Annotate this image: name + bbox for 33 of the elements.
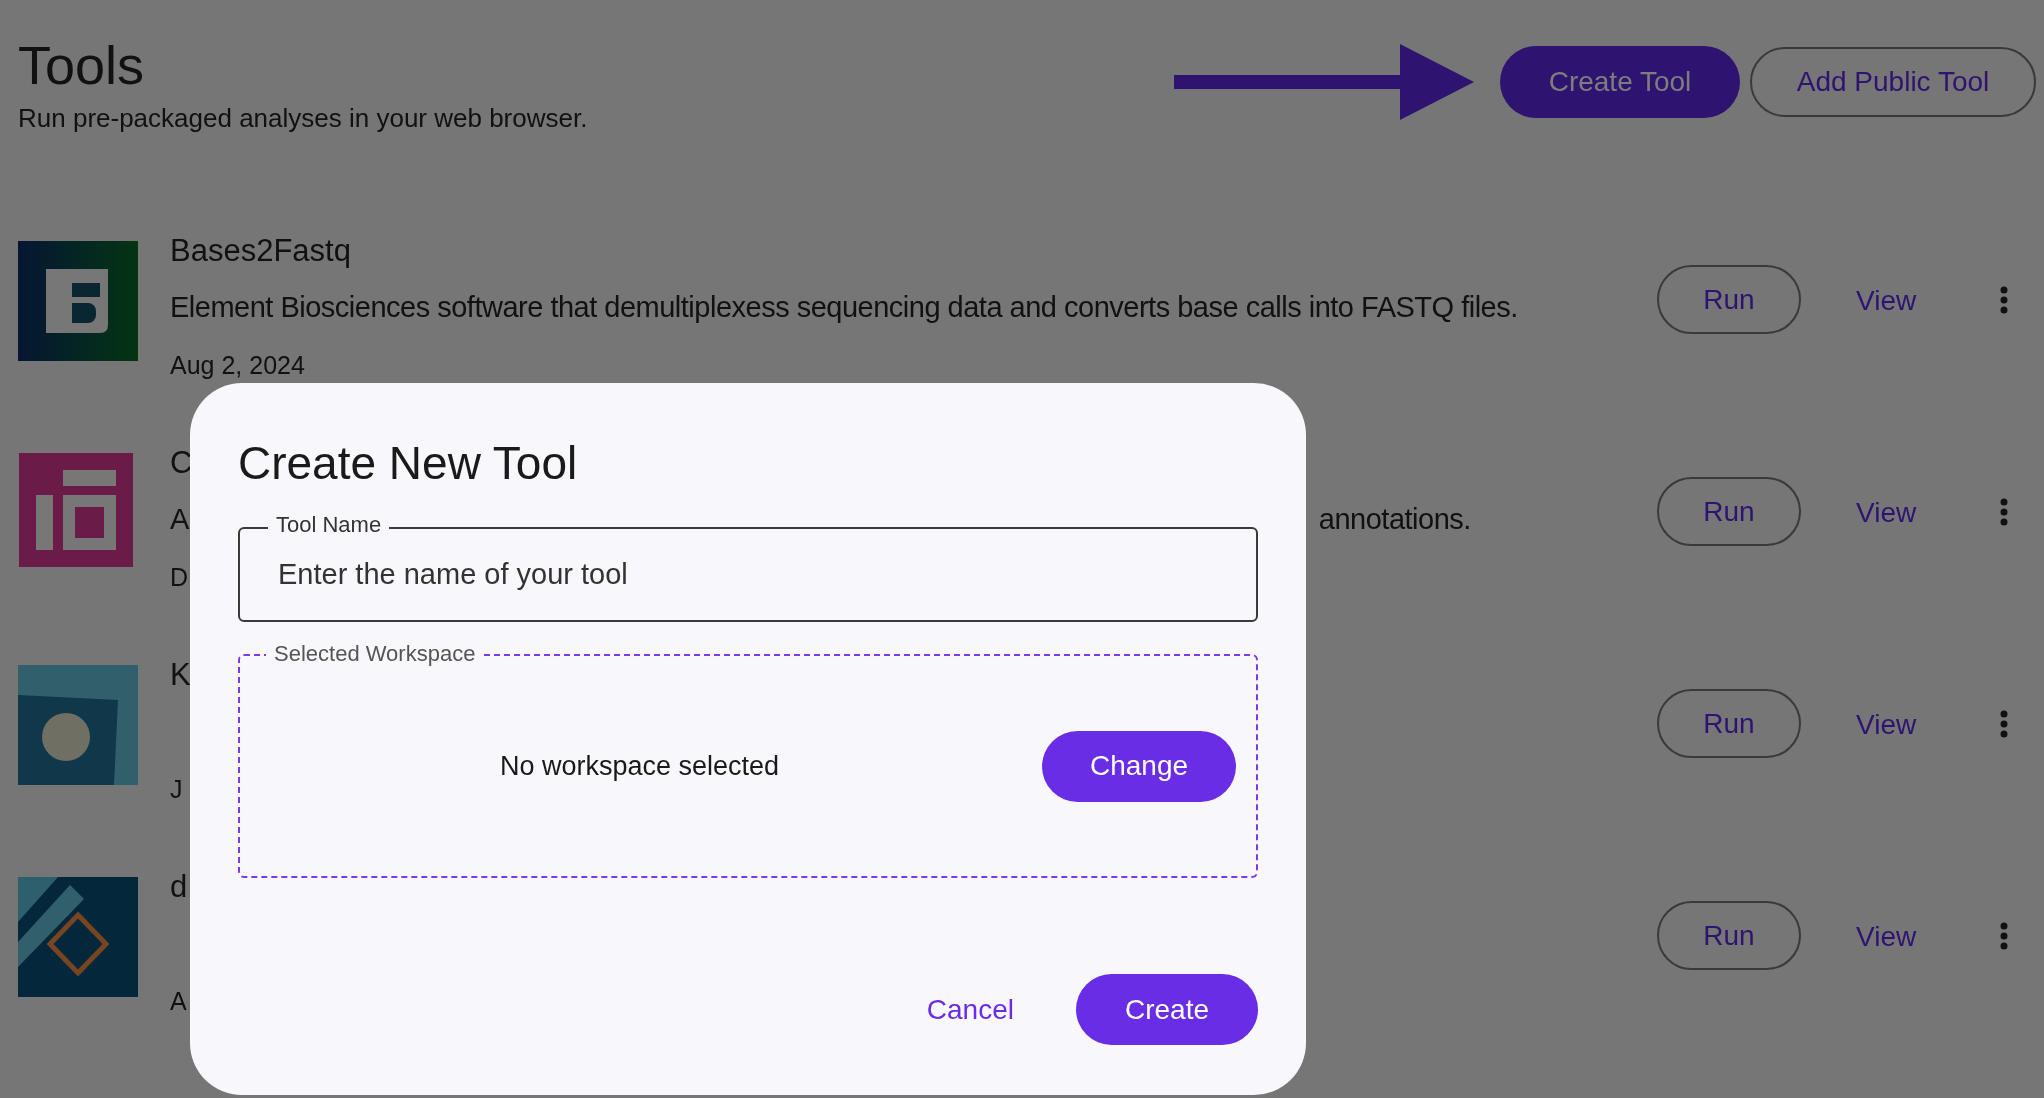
more-options-icon[interactable] [2000, 710, 2009, 738]
more-options-icon[interactable] [2000, 286, 2009, 314]
view-link[interactable]: View [1856, 704, 1917, 746]
dialog-title: Create New Tool [238, 436, 578, 491]
tool-description: A [170, 502, 189, 538]
tool-description: Element Biosciences software that demultiplexess sequencing data and converts base calls into FASTQ files. [170, 290, 1518, 326]
add-public-tool-button[interactable]: Add Public Tool [1750, 47, 2036, 117]
tool-date: J [170, 774, 183, 805]
page-subtitle: Run pre-packaged analyses in your web browser. [18, 102, 588, 135]
workspace-status: No workspace selected [500, 749, 780, 783]
tool-date: A [170, 986, 187, 1017]
more-options-icon[interactable] [2000, 498, 2009, 526]
run-button[interactable]: Run [1657, 901, 1801, 970]
tool-description: annotations. [1318, 502, 1471, 538]
create-button[interactable]: Create [1076, 974, 1258, 1045]
page-title: Tools [18, 34, 146, 97]
run-button[interactable]: Run [1657, 265, 1801, 334]
view-link[interactable]: View [1856, 280, 1917, 322]
tool-date: Aug 2, 2024 [170, 350, 305, 381]
create-tool-button[interactable]: Create Tool [1500, 46, 1740, 118]
tool-title: C [170, 444, 193, 482]
tool-date: D [170, 562, 189, 593]
view-link[interactable]: View [1856, 492, 1917, 534]
change-button[interactable]: Change [1042, 730, 1236, 802]
run-button[interactable]: Run [1657, 477, 1801, 546]
more-options-icon[interactable] [2000, 922, 2009, 950]
run-button[interactable]: Run [1657, 689, 1801, 758]
tool-title: K [170, 656, 191, 694]
view-link[interactable]: View [1856, 916, 1917, 958]
tool-title: Bases2Fastq [170, 232, 351, 270]
cancel-button[interactable]: Cancel [926, 988, 1014, 1031]
tool-title: d [170, 868, 188, 906]
right-arrow-icon [1174, 44, 1474, 120]
